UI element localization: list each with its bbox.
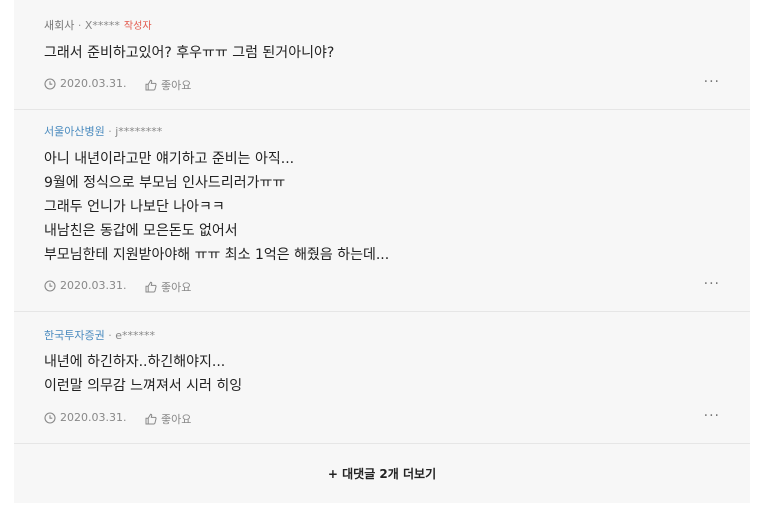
thumbs-up-icon	[145, 413, 157, 425]
clock-icon	[44, 77, 56, 90]
date-text: 2020.03.31.	[60, 77, 127, 90]
comment-footer: 2020.03.31. 좋아요 ···	[44, 74, 720, 93]
comment-footer: 2020.03.31. 좋아요 ···	[44, 408, 720, 427]
comment-meta: 한국투자증권 · e******	[44, 328, 155, 344]
comment-line: 그래서 준비하고있어? 후우ㅠㅠ 그럼 된거아니야?	[44, 45, 335, 61]
more-options-button[interactable]: ···	[704, 408, 720, 424]
comment-item: 서울아산병원 · j******** 아니 내년이라고만 얘기하고 준비는 아직…	[14, 110, 750, 312]
author-nickname: X*****	[84, 19, 120, 32]
author-badge: 작성자	[123, 21, 152, 32]
like-label: 좋아요	[161, 281, 192, 294]
author-nickname: e******	[115, 329, 156, 342]
comment-line: 내년에 하긴하자..하긴해야지...	[44, 354, 226, 370]
comment-body: 그래서 준비하고있어? 후우ㅠㅠ 그럼 된거아니야?	[44, 41, 334, 65]
author-company[interactable]: 새회사	[44, 19, 74, 32]
comment-date: 2020.03.31.	[44, 77, 126, 90]
load-more-replies-button[interactable]: + 대댓글 2개 더보기	[14, 444, 750, 502]
more-options-button[interactable]: ···	[704, 276, 720, 292]
meta-separator: ·	[74, 19, 85, 32]
like-label: 좋아요	[161, 79, 192, 92]
date-text: 2020.03.31.	[60, 279, 127, 292]
date-text: 2020.03.31.	[60, 411, 127, 424]
author-company[interactable]: 한국투자증권	[44, 329, 105, 342]
clock-icon	[44, 411, 56, 424]
like-button[interactable]: 좋아요	[145, 411, 191, 427]
author-company[interactable]: 서울아산병원	[44, 125, 105, 138]
comment-line: 이런말 의무감 느껴져서 시러 히잉	[44, 378, 243, 394]
comment-footer: 2020.03.31. 좋아요 ···	[44, 276, 720, 295]
comment-body: 내년에 하긴하자..하긴해야지... 이런말 의무감 느껴져서 시러 히잉	[44, 350, 242, 398]
like-button[interactable]: 좋아요	[145, 77, 191, 93]
comment-line: 아니 내년이라고만 얘기하고 준비는 아직...	[44, 151, 295, 167]
clock-icon	[44, 279, 56, 292]
comment-line: 내남친은 동갑에 모은돈도 없어서	[44, 223, 238, 239]
thumbs-up-icon	[145, 281, 157, 293]
like-button[interactable]: 좋아요	[145, 279, 191, 295]
author-nickname: j********	[115, 125, 163, 138]
comment-date: 2020.03.31.	[44, 411, 126, 424]
comment-meta: 새회사 · X***** 작성자	[44, 18, 152, 35]
thumbs-up-icon	[145, 79, 157, 91]
comment-line: 부모님한테 지원받아야해 ㅠㅠ 최소 1억은 해줬음 하는데...	[44, 247, 390, 263]
meta-separator: ·	[104, 329, 116, 342]
comment-item: 한국투자증권 · e****** 내년에 하긴하자..하긴해야지... 이런말 …	[14, 312, 750, 444]
comment-item: 새회사 · X***** 작성자 그래서 준비하고있어? 후우ㅠㅠ 그럼 된거아니…	[14, 0, 750, 110]
comment-line: 9월에 정식으로 부모님 인사드리러가ㅠㅠ	[44, 175, 286, 191]
comment-line: 그래두 언니가 나보단 나아ㅋㅋ	[44, 199, 225, 215]
meta-separator: ·	[104, 125, 116, 138]
comment-thread: 새회사 · X***** 작성자 그래서 준비하고있어? 후우ㅠㅠ 그럼 된거아니…	[14, 0, 750, 503]
comment-body: 아니 내년이라고만 얘기하고 준비는 아직... 9월에 정식으로 부모님 인사…	[44, 147, 389, 267]
comment-meta: 서울아산병원 · j********	[44, 124, 162, 140]
like-label: 좋아요	[161, 413, 192, 426]
comment-date: 2020.03.31.	[44, 279, 126, 292]
more-options-button[interactable]: ···	[704, 74, 720, 90]
